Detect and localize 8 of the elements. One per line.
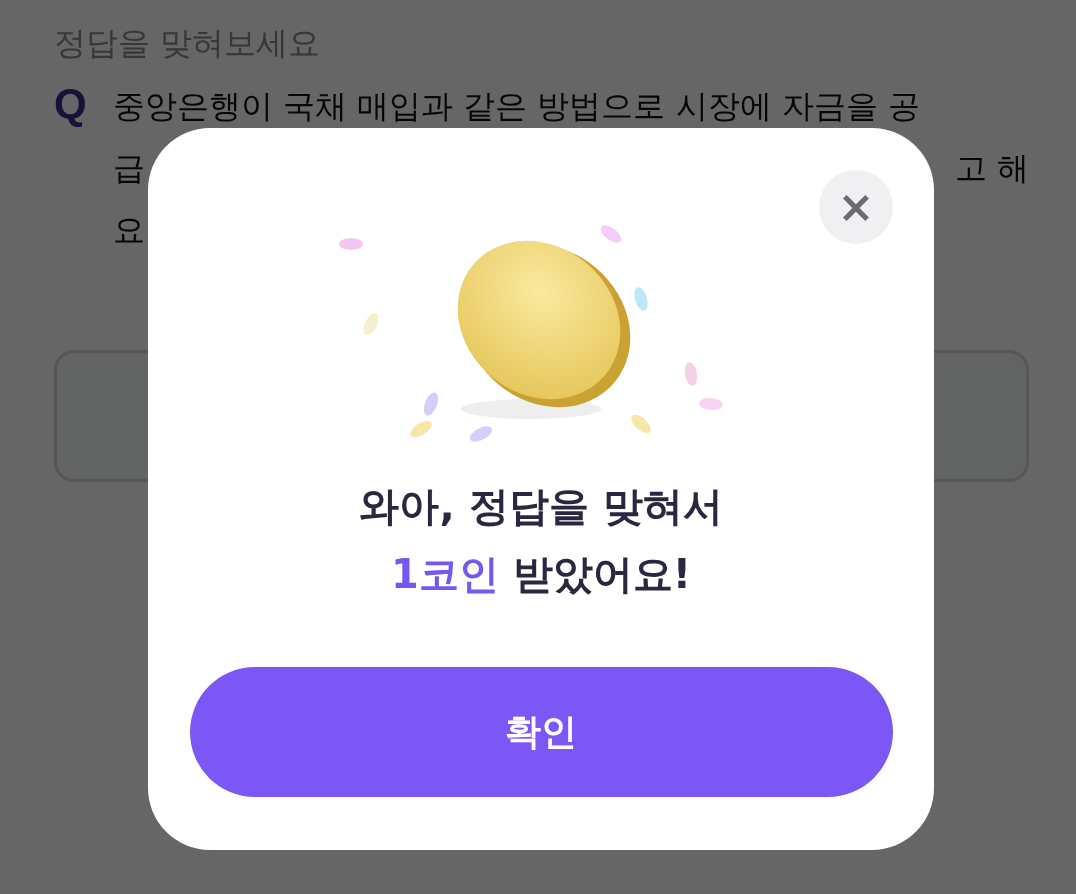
reward-message: 와아, 정답을 맞혀서 1코인 받았어요!	[359, 482, 723, 599]
question-mark-label: Q	[54, 79, 87, 129]
close-button[interactable]: ×	[819, 170, 893, 244]
confirm-button[interactable]: 확인	[189, 667, 893, 797]
question-text: 고 해	[954, 148, 1029, 189]
question-text: 요	[112, 210, 145, 251]
question-text: 중앙은행이 국채 매입과 같은 방법으로 시장에 자금을 공	[112, 86, 920, 127]
question-text: 급	[112, 148, 145, 189]
